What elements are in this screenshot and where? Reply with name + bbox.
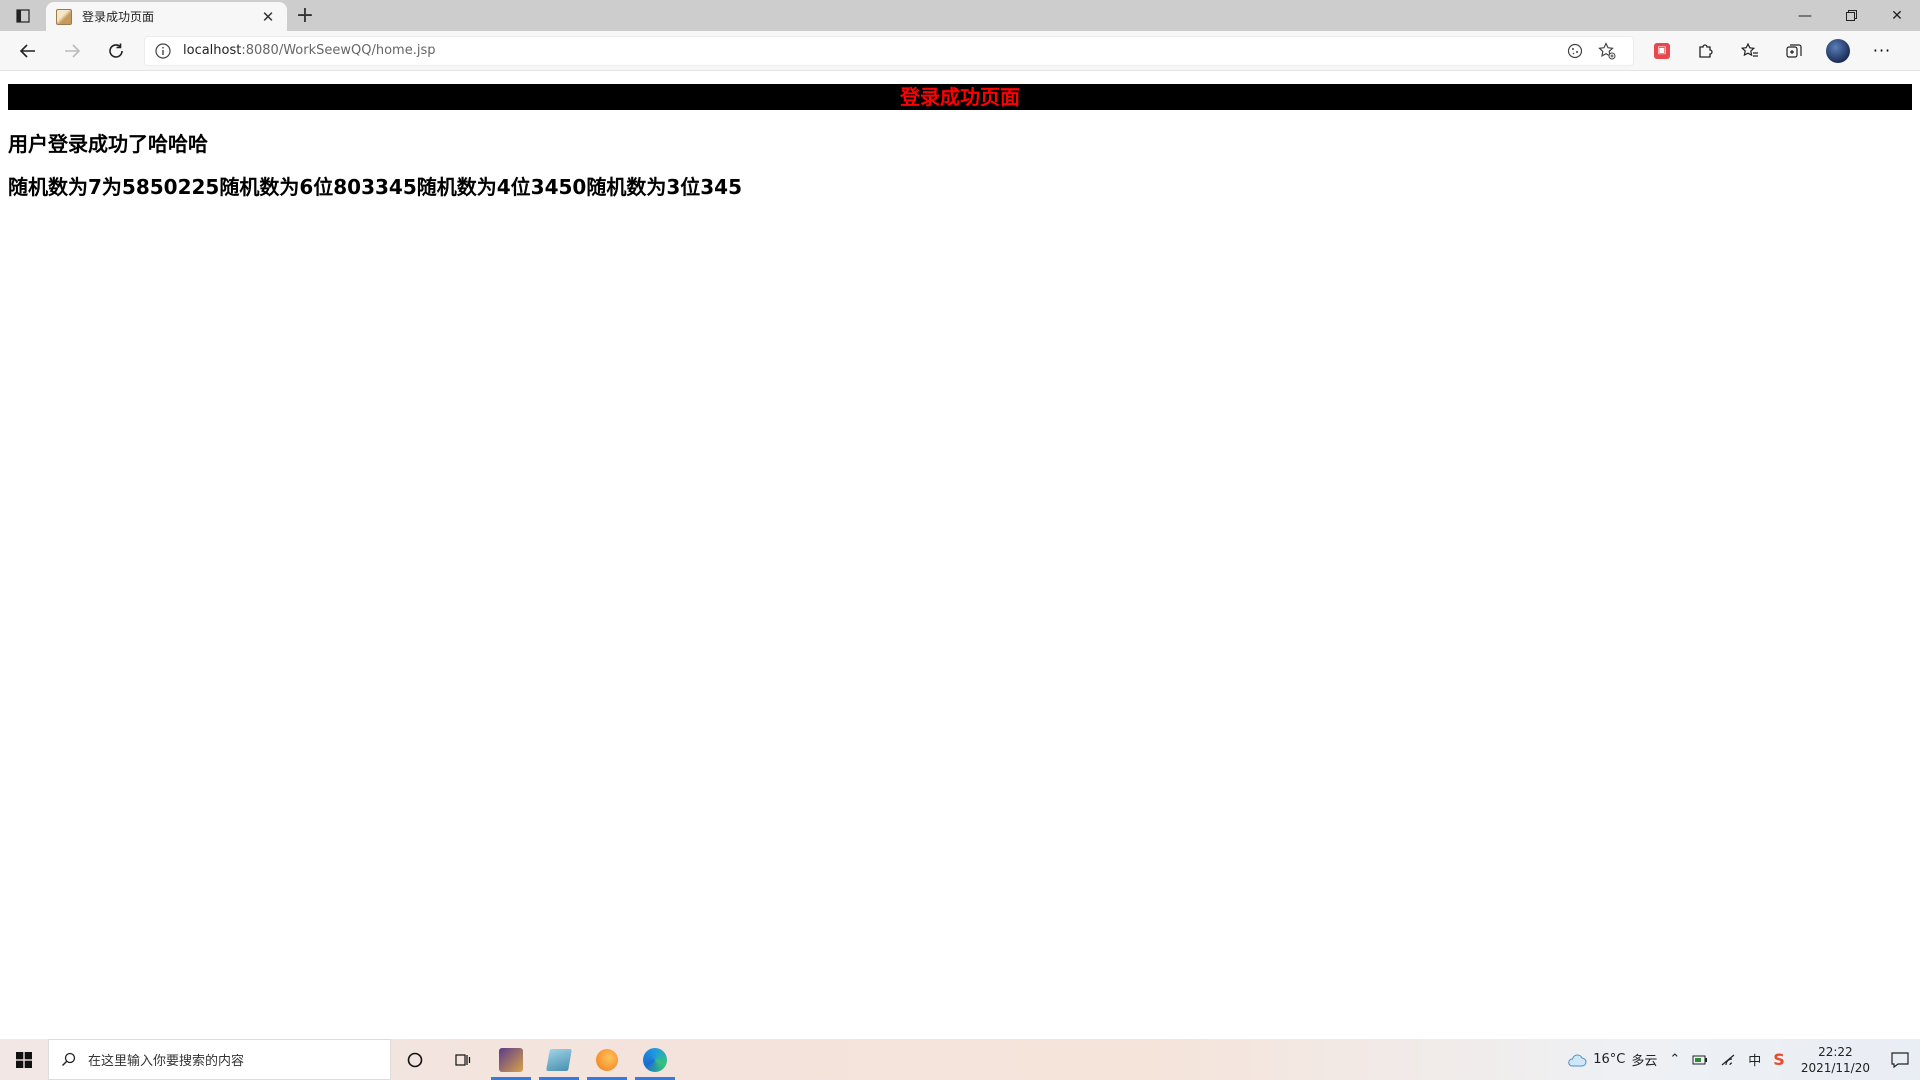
refresh-button[interactable] [94,33,138,69]
extensions-button[interactable] [1684,33,1728,69]
taskbar-app-1[interactable] [487,1039,535,1080]
forward-button[interactable] [50,33,94,69]
tab-actions-button[interactable] [0,0,46,31]
weather-widget[interactable]: 16°C 多云 [1561,1050,1663,1069]
app-notepad-icon [546,1048,572,1071]
browser-toolbar: localhost:8080/WorkSeewQQ/home.jsp ▣ ··· [0,31,1920,71]
url-text[interactable]: localhost:8080/WorkSeewQQ/home.jsp [183,43,1559,58]
start-button[interactable] [0,1039,48,1080]
site-info-icon[interactable] [155,42,171,59]
app-game-icon [499,1047,523,1072]
sogou-ime-tray[interactable]: S [1767,1050,1791,1069]
clock-time: 22:22 [1818,1044,1853,1059]
tab-close-icon[interactable]: ✕ [259,8,277,26]
windows-taskbar: 在这里输入你要搜索的内容 16°C 多云 ⌃ 中 S 22:22 2021/11… [0,1039,1920,1080]
taskbar-app-2[interactable] [535,1039,583,1080]
cookie-icon [1567,43,1583,58]
settings-menu-button[interactable]: ··· [1860,33,1904,69]
notification-center-button[interactable] [1880,1051,1920,1068]
restore-icon [1845,10,1857,21]
app-orange-icon [596,1048,618,1071]
search-icon [62,1052,76,1066]
plus-icon: + [295,3,315,28]
system-tray: 16°C 多云 ⌃ 中 S 22:22 2021/11/20 [1561,1039,1920,1080]
page-banner-title: 登录成功页面 [8,84,1912,110]
page-content: 登录成功页面 用户登录成功了哈哈哈 随机数为7为5850225随机数为6位803… [0,72,1920,1039]
show-hidden-icons-button[interactable]: ⌃ [1663,1052,1686,1067]
windows-logo-icon [16,1051,32,1068]
tab-actions-icon [16,8,30,23]
tab-title: 登录成功页面 [82,10,155,24]
cortana-button[interactable] [391,1039,439,1080]
notification-icon [1891,1051,1909,1068]
back-arrow-icon [19,43,35,58]
extension-button[interactable]: ▣ [1640,33,1684,69]
close-window-button[interactable]: ✕ [1874,0,1920,31]
task-view-icon [455,1053,471,1066]
tracking-prevention-button[interactable] [1559,39,1591,63]
more-icon: ··· [1872,41,1892,60]
minimize-button[interactable]: — [1782,0,1828,31]
close-icon: ✕ [1891,7,1903,24]
random-number-heading: 随机数为7为5850225随机数为6位803345随机数为4位3450随机数为3… [8,175,742,199]
new-tab-button[interactable]: + [287,0,323,31]
minimize-icon: — [1798,7,1812,24]
success-heading: 用户登录成功了哈哈哈 [8,132,208,156]
weather-temp: 16°C [1593,1052,1626,1067]
task-view-button[interactable] [439,1039,487,1080]
extension-red-icon: ▣ [1654,42,1670,59]
add-favorite-button[interactable] [1591,39,1623,63]
url-host: localhost [183,43,242,58]
chevron-up-icon: ⌃ [1669,1052,1681,1067]
search-placeholder: 在这里输入你要搜索的内容 [88,1054,245,1069]
avatar [1826,38,1850,63]
cortana-circle-icon [407,1052,423,1067]
refresh-icon [109,43,123,58]
profile-button[interactable] [1816,33,1860,69]
address-bar[interactable]: localhost:8080/WorkSeewQQ/home.jsp [144,35,1634,66]
tab-strip: 登录成功页面 ✕ + — ✕ [0,0,1920,31]
back-button[interactable] [6,33,50,69]
battery-tray[interactable] [1686,1054,1714,1066]
browser-tab[interactable]: 登录成功页面 ✕ [46,2,287,31]
collections-icon [1786,43,1802,58]
network-tray[interactable] [1714,1053,1742,1067]
restore-button[interactable] [1828,0,1874,31]
ime-indicator[interactable]: 中 [1742,1050,1767,1069]
url-path: :8080/WorkSeewQQ/home.jsp [241,43,436,58]
wifi-icon [1721,1054,1735,1065]
star-add-icon [1598,41,1616,59]
favorites-button[interactable] [1728,33,1772,69]
taskbar-app-3[interactable] [583,1039,631,1080]
sogou-s-icon: S [1773,1050,1785,1069]
ime-text: 中 [1748,1054,1762,1069]
clock-date: 2021/11/20 [1800,1060,1870,1075]
favorites-icon [1741,42,1758,57]
cloud-icon [1568,1053,1587,1066]
toolbar-right: ▣ ··· [1640,33,1904,69]
taskbar-clock[interactable]: 22:22 2021/11/20 [1791,1044,1880,1076]
collections-button[interactable] [1772,33,1816,69]
edge-browser-icon [643,1047,667,1072]
taskbar-search-box[interactable]: 在这里输入你要搜索的内容 [48,1039,391,1080]
window-controls: — ✕ [1782,0,1920,31]
puzzle-icon [1699,43,1713,58]
page-favicon-icon [56,8,72,25]
taskbar-edge[interactable] [631,1039,679,1080]
weather-desc: 多云 [1631,1054,1658,1069]
battery-icon [1692,1055,1708,1064]
forward-arrow-icon [65,43,81,58]
